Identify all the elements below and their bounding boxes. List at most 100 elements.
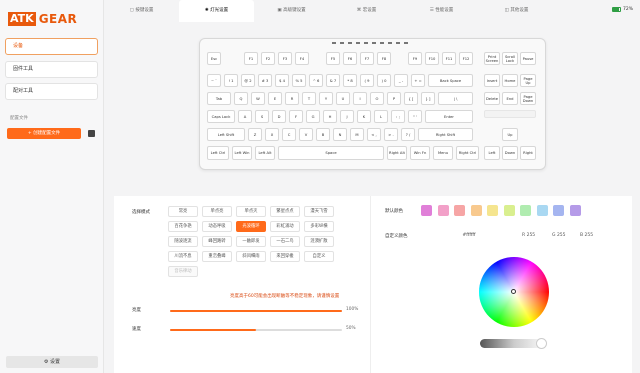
key[interactable]: Home <box>502 74 518 87</box>
key[interactable]: Scroll Lock <box>502 52 518 65</box>
mode-button[interactable]: 百花争艳 <box>168 221 198 232</box>
key[interactable]: F4 <box>295 52 309 65</box>
key[interactable]: L <box>374 110 388 123</box>
color-swatch[interactable] <box>437 205 449 216</box>
key[interactable]: G <box>306 110 320 123</box>
key[interactable]: _ - <box>394 74 408 87</box>
key[interactable]: F5 <box>326 52 340 65</box>
key[interactable]: Delete <box>484 92 500 105</box>
key[interactable]: F9 <box>408 52 422 65</box>
tab-advanced-key-settings[interactable]: ▣ 高级键设置 <box>254 0 329 22</box>
mode-button[interactable]: 光波循环 <box>236 221 266 232</box>
key[interactable]: R <box>285 92 299 105</box>
key[interactable]: C <box>282 128 296 141</box>
key[interactable]: ? / <box>401 128 415 141</box>
mode-button[interactable]: 常亮 <box>168 206 198 217</box>
speed-slider[interactable] <box>170 329 342 331</box>
key[interactable]: Win Fn <box>410 146 430 160</box>
key[interactable]: ( 9 <box>360 74 374 87</box>
key[interactable]: F12 <box>459 52 473 65</box>
key[interactable]: % 5 <box>292 74 306 87</box>
key[interactable]: F3 <box>278 52 292 65</box>
tab-performance-settings[interactable]: ☰ 性能设置 <box>404 0 479 22</box>
key[interactable]: Right Shift <box>418 128 473 141</box>
r-field[interactable]: R 255 <box>522 231 546 241</box>
key[interactable]: F10 <box>425 52 439 65</box>
key[interactable]: F7 <box>360 52 374 65</box>
color-swatch[interactable] <box>487 205 498 216</box>
mode-button[interactable]: 音乐律动 <box>168 266 198 277</box>
mode-button[interactable]: 斜风细雨 <box>236 251 266 262</box>
key[interactable]: F6 <box>343 52 357 65</box>
tab-lighting-settings[interactable]: ✺ 灯光设置 <box>179 0 254 22</box>
key[interactable]: ~ ` <box>207 74 221 87</box>
mode-button[interactable]: 漫天飞雪 <box>304 206 334 217</box>
key[interactable]: Right <box>520 146 536 160</box>
mode-button[interactable]: 彩虹涌动 <box>270 221 300 232</box>
key[interactable]: Left Win <box>232 146 252 160</box>
key[interactable]: Page Down <box>520 92 536 105</box>
key[interactable]: Left Shift <box>207 128 245 141</box>
create-config-button[interactable]: + 创建配置文件 <box>7 128 81 139</box>
color-swatch[interactable] <box>421 205 432 216</box>
color-swatch[interactable] <box>536 205 548 216</box>
color-swatch[interactable] <box>553 205 564 216</box>
tab-macro-settings[interactable]: ⌘ 宏设置 <box>329 0 404 22</box>
key[interactable]: A <box>238 110 252 123</box>
key[interactable]: O <box>370 92 384 105</box>
key[interactable]: Right Ctrl <box>456 146 479 160</box>
key[interactable]: { [ <box>404 92 418 105</box>
tab-key-settings[interactable]: ▢ 按键设置 <box>104 0 179 22</box>
key[interactable]: $ 4 <box>275 74 289 87</box>
key[interactable]: Tab <box>207 92 231 105</box>
mode-button[interactable]: 重峦叠嶂 <box>202 251 232 262</box>
key[interactable]: M <box>350 128 364 141</box>
key[interactable]: J <box>340 110 354 123</box>
key[interactable]: ^ 6 <box>309 74 323 87</box>
key[interactable]: U <box>336 92 350 105</box>
key[interactable]: # 3 <box>258 74 272 87</box>
color-picker-handle[interactable] <box>511 289 516 294</box>
mode-button[interactable]: 多彩纵横 <box>304 221 334 232</box>
key[interactable]: Left Alt <box>255 146 275 160</box>
b-field[interactable]: B 255 <box>580 231 604 241</box>
key[interactable]: End <box>502 92 518 105</box>
key[interactable]: P <box>387 92 401 105</box>
key[interactable]: Y <box>319 92 333 105</box>
mode-button[interactable]: 来回穿梭 <box>270 251 300 262</box>
key[interactable]: " ' <box>408 110 422 123</box>
key[interactable]: Left <box>484 146 500 160</box>
key[interactable]: | \ <box>438 92 473 105</box>
key[interactable]: : ; <box>391 110 405 123</box>
key[interactable]: F <box>289 110 303 123</box>
key[interactable]: * 8 <box>343 74 357 87</box>
mode-button[interactable]: 一石二鸟 <box>270 236 300 247</box>
sidebar-item-firmware-tools[interactable]: 固件工具 <box>5 61 98 78</box>
key[interactable]: H <box>323 110 337 123</box>
key[interactable]: Back Space <box>428 74 473 87</box>
key[interactable]: F2 <box>261 52 275 65</box>
key[interactable]: N <box>333 128 347 141</box>
key[interactable]: Caps Lock <box>207 110 235 123</box>
key[interactable]: & 7 <box>326 74 340 87</box>
brightness-slider[interactable] <box>170 310 342 312</box>
key[interactable]: T <box>302 92 316 105</box>
key[interactable]: Pause <box>520 52 536 65</box>
key[interactable]: ) 0 <box>377 74 391 87</box>
sidebar-item-device[interactable]: 设备 <box>5 38 98 55</box>
key[interactable]: V <box>299 128 313 141</box>
key[interactable]: F11 <box>442 52 456 65</box>
color-swatch[interactable] <box>454 205 465 216</box>
key[interactable]: Space <box>278 146 384 160</box>
key[interactable]: I <box>353 92 367 105</box>
mode-button[interactable]: 繁星点点 <box>270 206 300 217</box>
key[interactable]: Esc <box>207 52 221 65</box>
tab-other-settings[interactable]: ◫ 其他设置 <box>479 0 554 22</box>
key[interactable]: Q <box>234 92 248 105</box>
key[interactable]: F1 <box>244 52 258 65</box>
color-brightness-knob[interactable] <box>536 338 547 349</box>
mode-button[interactable]: 峰回路转 <box>202 236 232 247</box>
key[interactable]: S <box>255 110 269 123</box>
color-swatch[interactable] <box>520 205 531 216</box>
settings-button[interactable]: ⚙ 设置 <box>6 356 98 368</box>
